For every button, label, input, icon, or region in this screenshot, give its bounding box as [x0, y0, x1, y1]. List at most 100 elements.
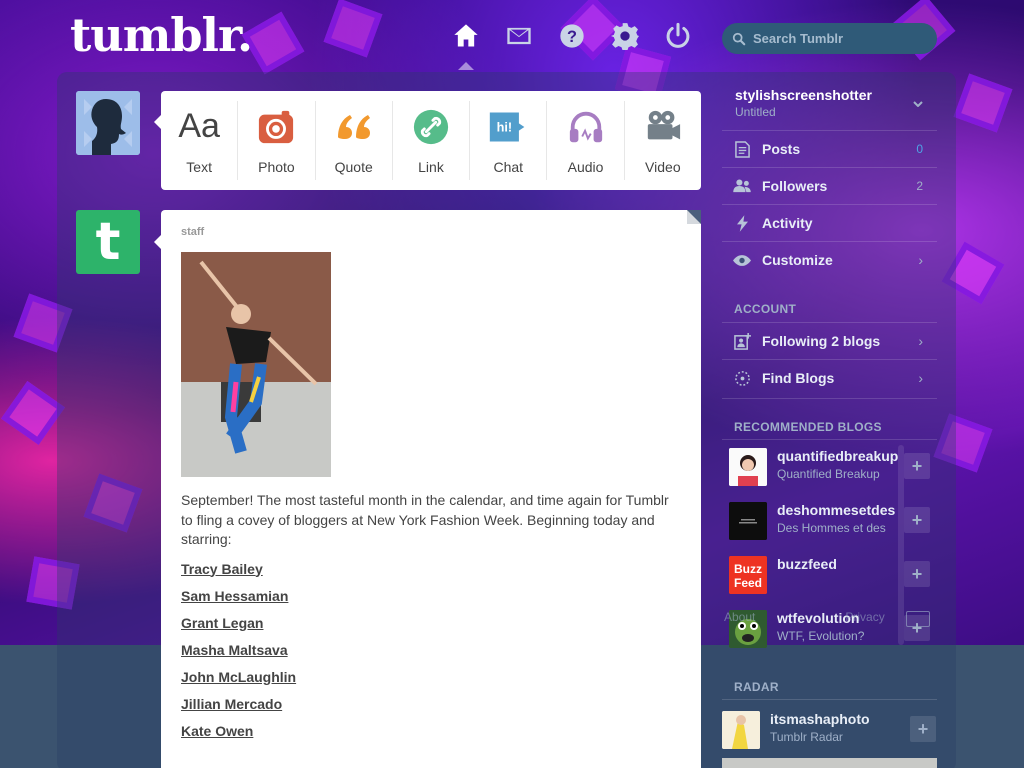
sidebar-item-label: Activity — [762, 215, 813, 231]
post-link[interactable]: Tracy Bailey — [181, 561, 681, 577]
camera-icon — [256, 107, 296, 147]
post-type-chat[interactable]: hi! Chat — [470, 101, 548, 180]
post-corner-fold[interactable] — [687, 210, 701, 224]
new-post-menu: Aa Text Photo Quote Link hi! Chat Audio — [161, 91, 701, 190]
post-body: September! The most tasteful month in th… — [181, 492, 669, 547]
gear-icon[interactable] — [611, 22, 639, 51]
recommended-scrollbar[interactable] — [898, 445, 904, 645]
keyboard-icon[interactable] — [906, 611, 930, 627]
chat-icon: hi! — [488, 107, 528, 147]
blog-title: Tumblr Radar — [770, 730, 843, 744]
tumblr-logo[interactable]: tumblr. — [70, 8, 253, 62]
chevron-down-icon[interactable] — [913, 101, 923, 107]
search-input[interactable] — [753, 31, 923, 46]
chevron-right-icon: › — [918, 252, 923, 268]
sidebar-item-customize[interactable]: Customize › — [722, 241, 937, 278]
nav-active-indicator — [458, 62, 474, 70]
post-type-label: Video — [645, 158, 681, 175]
followers-icon — [732, 176, 752, 196]
blog-avatar[interactable] — [722, 711, 760, 749]
help-icon[interactable]: ? — [558, 22, 586, 50]
blog-name[interactable]: deshommesetdes — [777, 502, 904, 518]
about-link[interactable]: About — [724, 610, 755, 624]
sidebar-item-posts[interactable]: Posts 0 — [722, 130, 937, 167]
power-icon[interactable] — [664, 22, 692, 50]
headphones-icon — [566, 107, 606, 147]
blog-avatar[interactable] — [729, 448, 767, 486]
post-type-link[interactable]: Link — [393, 101, 471, 180]
find-blogs-icon — [732, 368, 752, 388]
post-type-text[interactable]: Aa Text — [161, 101, 239, 180]
post-type-label: Photo — [258, 158, 295, 175]
sidebar-item-following[interactable]: Following 2 blogs › — [722, 322, 937, 359]
post-link[interactable]: Kate Owen — [181, 723, 681, 739]
sidebar-item-label: Posts — [762, 141, 801, 157]
home-icon[interactable] — [452, 22, 480, 50]
post-link[interactable]: Sam Hessamian — [181, 588, 681, 604]
post-link[interactable]: Jillian Mercado — [181, 696, 681, 712]
quote-icon — [334, 107, 374, 147]
text-icon: Aa — [178, 107, 220, 145]
privacy-link[interactable]: Privacy — [845, 610, 884, 624]
follow-button[interactable]: + — [904, 507, 930, 533]
post-type-label: Quote — [334, 158, 373, 175]
sidebar-item-label: Find Blogs — [762, 370, 835, 386]
eye-icon — [732, 250, 752, 270]
blog-name[interactable]: itsmashaphoto — [770, 711, 897, 727]
staff-avatar[interactable]: t — [76, 210, 140, 274]
mail-icon[interactable] — [505, 22, 533, 50]
posts-count: 0 — [916, 142, 923, 156]
following-icon — [732, 331, 752, 351]
buzzfeed-logo[interactable]: Buzz Feed — [729, 556, 767, 594]
post-type-label: Text — [186, 158, 212, 175]
svg-text:Feed: Feed — [734, 576, 762, 590]
blog-avatar[interactable] — [729, 502, 767, 540]
post-type-quote[interactable]: Quote — [316, 101, 393, 180]
divider — [722, 439, 937, 440]
divider — [722, 398, 937, 399]
blog-name[interactable]: buzzfeed — [777, 556, 904, 572]
divider — [722, 699, 937, 700]
sidebar-item-find-blogs[interactable]: Find Blogs › — [722, 359, 937, 396]
post-link[interactable]: Masha Maltsava — [181, 642, 681, 658]
follow-button[interactable]: + — [904, 561, 930, 587]
post-type-photo[interactable]: Photo — [238, 101, 316, 180]
search-icon — [732, 32, 746, 45]
post-type-video[interactable]: Video — [625, 101, 701, 180]
post-link[interactable]: Grant Legan — [181, 615, 681, 631]
chevron-right-icon: › — [918, 370, 923, 386]
radar-blog[interactable]: itsmashaphoto Tumblr Radar + — [722, 711, 936, 751]
blog-name[interactable]: quantifiedbreakup — [777, 448, 904, 464]
link-icon — [411, 107, 451, 147]
user-avatar[interactable] — [76, 91, 140, 155]
post-author[interactable]: staff — [181, 226, 681, 238]
post-photo[interactable] — [181, 252, 331, 477]
follow-button[interactable]: + — [910, 716, 936, 742]
radar-image-preview[interactable] — [722, 758, 937, 768]
followers-count: 2 — [916, 179, 923, 193]
sidebar-item-followers[interactable]: Followers 2 — [722, 167, 937, 204]
post-type-audio[interactable]: Audio — [547, 101, 625, 180]
lightning-icon — [732, 213, 752, 233]
post-type-label: Audio — [567, 158, 604, 175]
radar-heading: RADAR — [734, 680, 779, 694]
post-type-label: Chat — [493, 158, 524, 175]
sidebar-footer: About Privacy — [724, 610, 885, 624]
svg-text:?: ? — [567, 28, 577, 46]
blog-title: Untitled — [735, 105, 776, 119]
sidebar-item-label: Customize — [762, 252, 833, 268]
follow-button[interactable]: + — [904, 453, 930, 479]
blog-title: Des Hommes et des — [777, 521, 886, 535]
blog-title: WTF, Evolution? — [777, 629, 865, 643]
post-link[interactable]: John McLaughlin — [181, 669, 681, 685]
sidebar-item-label: Followers — [762, 178, 828, 194]
post-type-label: Link — [418, 158, 444, 175]
video-camera-icon — [643, 107, 683, 147]
blog-title: Quantified Breakup — [777, 467, 880, 481]
search-bar[interactable] — [722, 23, 937, 54]
blog-name[interactable]: stylishscreenshotter — [735, 87, 937, 103]
sidebar-blog-switcher[interactable]: stylishscreenshotter Untitled — [722, 87, 937, 119]
svg-text:hi!: hi! — [497, 119, 513, 134]
dashboard-post: staff September! The most tasteful month… — [161, 210, 701, 768]
sidebar-item-activity[interactable]: Activity — [722, 204, 937, 241]
